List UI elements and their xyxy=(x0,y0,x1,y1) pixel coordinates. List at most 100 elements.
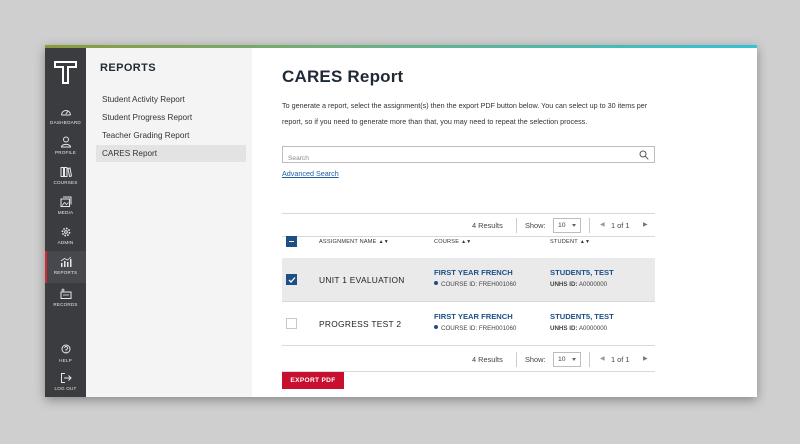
student-name[interactable]: STUDENT5, TEST xyxy=(550,268,614,277)
nav-logout-label: LOG OUT xyxy=(54,386,77,391)
course-id-label: COURSE ID: xyxy=(441,325,478,332)
pager-bottom: 4 Results Show: 10 ◀ 1 of 1 ▶ xyxy=(282,348,655,372)
nav-reports-label: REPORTS xyxy=(53,270,78,275)
page-size-select[interactable]: 10 xyxy=(553,218,581,233)
bullet-icon xyxy=(434,281,438,285)
subnav-item-student-activity[interactable]: Student Activity Report xyxy=(96,91,246,108)
course-name[interactable]: FIRST YEAR FRENCH xyxy=(434,268,513,277)
main-content: CARES Report To generate a report, selec… xyxy=(252,48,757,397)
bullet-icon xyxy=(434,325,438,329)
search-icon[interactable] xyxy=(639,150,649,160)
page-info: 1 of 1 xyxy=(611,355,630,364)
unhs-id-label: UNHS ID: xyxy=(550,281,578,288)
nav-courses-label: COURSES xyxy=(53,180,78,185)
gauge-icon xyxy=(60,110,71,116)
page-info: 1 of 1 xyxy=(611,221,630,230)
course-id-label: COURSE ID: xyxy=(441,281,478,288)
nav-reports[interactable]: REPORTS xyxy=(45,251,86,283)
subnav-item-teacher-grading[interactable]: Teacher Grading Report xyxy=(96,127,246,144)
table-row[interactable]: UNIT 1 EVALUATION FIRST YEAR FRENCH COUR… xyxy=(282,258,655,302)
subnav-item-cares[interactable]: CARES Report xyxy=(96,145,246,162)
results-count: 4 Results xyxy=(472,221,503,230)
search-box xyxy=(282,146,655,166)
logout-icon xyxy=(60,373,72,383)
results-count: 4 Results xyxy=(472,355,503,364)
course-id: COURSE ID: FREH001060 xyxy=(434,281,516,288)
unhs-id: UNHS ID: A0000000 xyxy=(550,325,607,332)
check-icon xyxy=(288,277,296,283)
pager-divider xyxy=(516,218,517,233)
nav-profile-label: PROFILE xyxy=(54,150,77,155)
main-nav-rail: DASHBOARD PROFILE COURSES MEDIA ADMIN RE… xyxy=(45,48,86,397)
nav-records-label: RECORDS xyxy=(53,302,78,307)
sort-icon: ▲▼ xyxy=(461,239,472,245)
subnav-title: REPORTS xyxy=(100,62,156,74)
app-window: DASHBOARD PROFILE COURSES MEDIA ADMIN RE… xyxy=(45,45,757,397)
page-size-value: 10 xyxy=(558,222,566,229)
column-header-assignment[interactable]: ASSIGNMENT NAME ▲▼ xyxy=(319,239,389,245)
assignment-name: UNIT 1 EVALUATION xyxy=(319,275,405,285)
nav-media-label: MEDIA xyxy=(57,210,74,215)
pager-divider xyxy=(589,218,590,233)
nav-media[interactable]: MEDIA xyxy=(45,196,86,226)
prev-page-icon[interactable]: ◀ xyxy=(600,221,605,228)
app-logo-icon xyxy=(54,61,77,84)
course-id-value: FREH001060 xyxy=(478,281,517,288)
person-icon xyxy=(60,136,71,148)
media-icon xyxy=(60,196,71,207)
nav-dashboard-label: DASHBOARD xyxy=(50,120,81,125)
advanced-search-link[interactable]: Advanced Search xyxy=(282,169,339,178)
table-header: ASSIGNMENT NAME ▲▼ COURSE ▲▼ STUDENT ▲▼ xyxy=(282,235,655,251)
student-name[interactable]: STUDENT5, TEST xyxy=(550,312,614,321)
next-page-icon[interactable]: ▶ xyxy=(643,221,648,228)
page-size-value: 10 xyxy=(558,356,566,363)
subnav-item-student-progress[interactable]: Student Progress Report xyxy=(96,109,246,126)
nav-dashboard[interactable]: DASHBOARD xyxy=(45,106,86,136)
prev-page-icon[interactable]: ◀ xyxy=(600,355,605,362)
help-icon xyxy=(61,344,70,354)
nav-admin-label: ADMIN xyxy=(57,240,74,245)
pager-top: 4 Results Show: 10 ◀ 1 of 1 ▶ xyxy=(282,213,655,237)
records-icon xyxy=(60,288,71,299)
nav-help[interactable]: HELP xyxy=(45,344,86,374)
column-header-label: COURSE xyxy=(434,239,460,245)
column-header-label: STUDENT xyxy=(550,239,578,245)
page-description: To generate a report, select the assignm… xyxy=(282,101,648,126)
course-name[interactable]: FIRST YEAR FRENCH xyxy=(434,312,513,321)
page-title: CARES Report xyxy=(282,67,404,86)
show-label: Show: xyxy=(525,355,546,364)
table-row[interactable]: PROGRESS TEST 2 FIRST YEAR FRENCH COURSE… xyxy=(282,302,655,346)
column-header-course[interactable]: COURSE ▲▼ xyxy=(434,239,471,245)
sort-icon: ▲▼ xyxy=(579,239,591,245)
export-pdf-button[interactable]: EXPORT PDF xyxy=(282,372,344,389)
show-label: Show: xyxy=(525,221,546,230)
nav-courses[interactable]: COURSES xyxy=(45,166,86,196)
select-all-checkbox[interactable] xyxy=(286,236,297,247)
nav-records[interactable]: RECORDS xyxy=(45,288,86,318)
search-input[interactable] xyxy=(283,151,623,166)
course-id: COURSE ID: FREH001060 xyxy=(434,325,516,332)
chevron-down-icon xyxy=(572,224,576,227)
pager-divider xyxy=(516,352,517,367)
sort-icon: ▲▼ xyxy=(378,239,389,245)
nav-logout[interactable]: LOG OUT xyxy=(45,372,86,397)
course-id-value: FREH001060 xyxy=(478,325,517,332)
assignment-name: PROGRESS TEST 2 xyxy=(319,319,402,329)
gear-icon xyxy=(61,227,70,237)
chevron-down-icon xyxy=(572,358,576,361)
page-size-select[interactable]: 10 xyxy=(553,352,581,367)
pager-divider xyxy=(589,352,590,367)
nav-profile[interactable]: PROFILE xyxy=(45,136,86,166)
row-checkbox[interactable] xyxy=(286,318,297,329)
unhs-id-value: A0000000 xyxy=(578,281,608,288)
nav-help-label: HELP xyxy=(59,358,72,363)
next-page-icon[interactable]: ▶ xyxy=(643,355,648,362)
row-checkbox[interactable] xyxy=(286,274,297,285)
column-header-label: ASSIGNMENT NAME xyxy=(319,239,377,245)
unhs-id: UNHS ID: A0000000 xyxy=(550,281,607,288)
unhs-id-label: UNHS ID: xyxy=(550,325,578,332)
chart-icon xyxy=(60,256,71,267)
column-header-student[interactable]: STUDENT ▲▼ xyxy=(550,239,590,245)
reports-subnav: REPORTS Student Activity Report Student … xyxy=(86,48,252,397)
unhs-id-value: A0000000 xyxy=(578,325,608,332)
